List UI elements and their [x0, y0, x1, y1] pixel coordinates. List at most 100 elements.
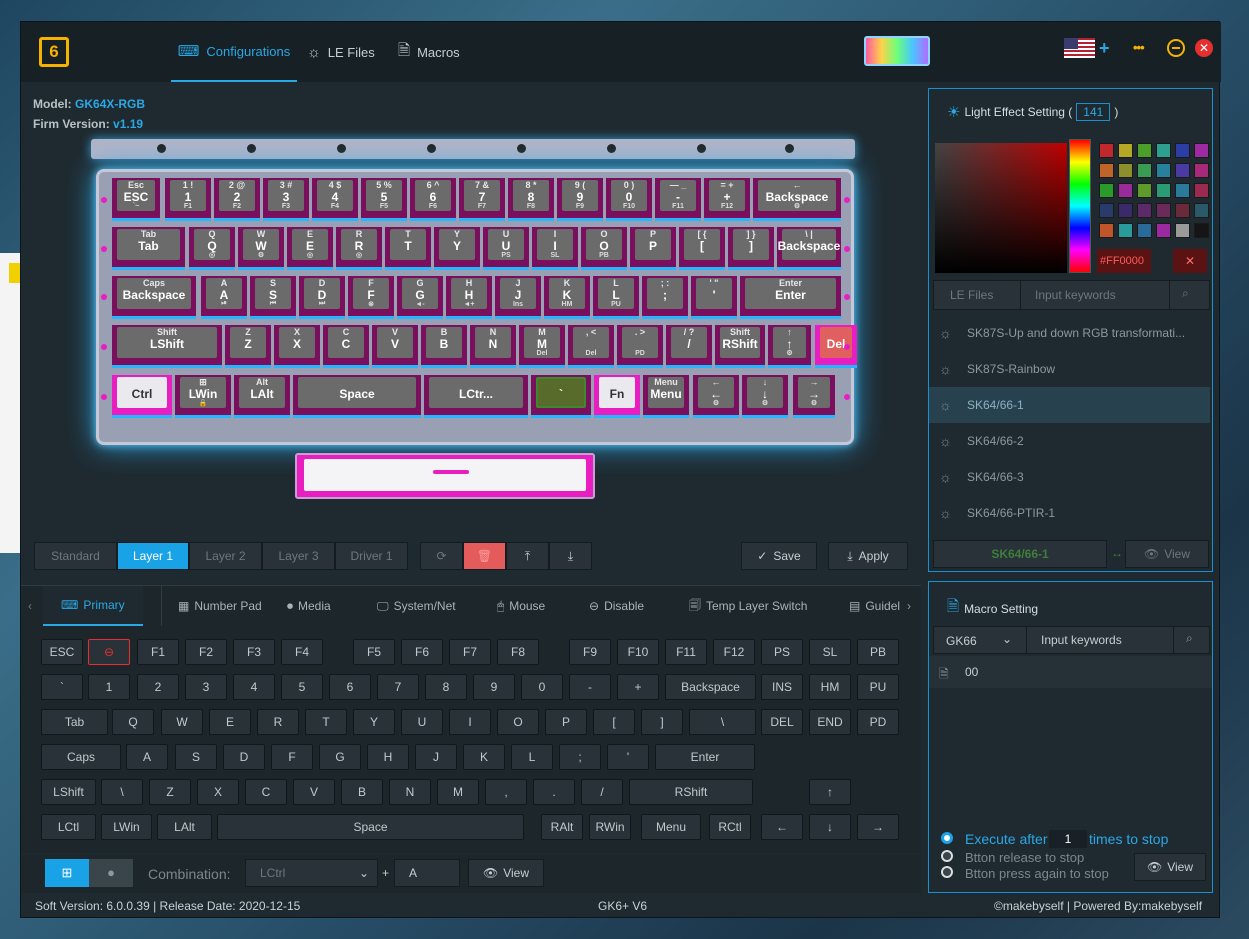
keyboard-key[interactable]: 0 ) 0 F10 [606, 178, 652, 221]
keyboard-key[interactable]: 4 $4 F4 [312, 178, 358, 221]
assign-key[interactable]: [ [593, 709, 635, 735]
assign-key[interactable]: \ [689, 709, 756, 735]
color-swatch[interactable] [1156, 143, 1171, 158]
keyboard-key[interactable]: TT [385, 227, 431, 270]
assign-key[interactable]: Menu [641, 814, 701, 840]
le-list-item[interactable]: ☼ SK64/66-1 [929, 387, 1210, 423]
color-swatch[interactable] [1194, 203, 1209, 218]
keyboard-key[interactable]: 7 & 7 F7 [459, 178, 505, 221]
keyboard-key[interactable]: Fn [594, 375, 640, 418]
keyboard-key[interactable]: ZZ [225, 325, 271, 368]
assign-key[interactable]: SL [809, 639, 851, 665]
assign-key[interactable]: H [367, 744, 409, 770]
assign-key[interactable]: ' [607, 744, 649, 770]
assign-key[interactable]: RAlt [541, 814, 583, 840]
assign-key[interactable]: G [319, 744, 361, 770]
keyboard-key[interactable]: K K HM [544, 276, 590, 319]
keyboard-key[interactable]: F F ⊗ [348, 276, 394, 319]
assign-key[interactable]: Z [149, 779, 191, 805]
assign-key[interactable]: 3 [185, 674, 227, 700]
color-swatch[interactable] [1099, 183, 1114, 198]
color-swatch[interactable] [1137, 183, 1152, 198]
assign-key[interactable]: DEL [761, 709, 803, 735]
color-swatch[interactable] [1156, 223, 1171, 238]
le-list-item[interactable]: ☼ SK64/66-PTIR-1 [929, 495, 1210, 531]
assign-key[interactable]: / [581, 779, 623, 805]
le-list-item[interactable]: ☼ SK87S-Rainbow [929, 351, 1210, 387]
macro-device-select[interactable]: GK66 [946, 634, 977, 648]
color-swatch[interactable] [1175, 143, 1190, 158]
keyboard-key[interactable]: Enter Enter [740, 276, 841, 319]
color-swatch[interactable] [1118, 163, 1133, 178]
assign-key[interactable]: K [463, 744, 505, 770]
press-again-radio[interactable] [941, 866, 953, 878]
keyboard-key[interactable]: ] }] [728, 227, 774, 270]
close-icon[interactable]: ✕ [1195, 39, 1213, 57]
keyboard-device-icon[interactable] [864, 36, 930, 66]
color-swatch[interactable] [1194, 183, 1209, 198]
assign-key[interactable]: B [341, 779, 383, 805]
assign-key[interactable]: A [126, 744, 168, 770]
keyboard-key[interactable]: Menu Menu [643, 375, 689, 418]
assign-key[interactable]: 4 [233, 674, 275, 700]
keyboard-key[interactable]: . > PD [617, 325, 663, 368]
assign-key[interactable]: F11 [665, 639, 707, 665]
tab-media[interactable]: ⏺ Media [287, 586, 331, 626]
tab-disable[interactable]: ⊖ Disable [589, 586, 644, 626]
keyboard-key[interactable]: R R ◎ [336, 227, 382, 270]
keyboard-key[interactable]: U U PS [483, 227, 529, 270]
keyboard-key[interactable]: ↑ ↑ ⚙ [768, 325, 811, 368]
refresh-icon[interactable]: ⟳ [420, 542, 463, 570]
search-icon[interactable]: ⌕ [1182, 286, 1189, 301]
layer-tab-standard[interactable]: Standard [34, 542, 117, 570]
assign-key[interactable]: ; [559, 744, 601, 770]
keyboard-key[interactable]: ' " ' [691, 276, 737, 319]
assign-key[interactable]: ← [761, 814, 803, 840]
modifier-select[interactable]: LCtrl ⌄ [245, 859, 378, 887]
keyboard-key[interactable]: I I SL [532, 227, 578, 270]
color-swatch[interactable] [1175, 183, 1190, 198]
macro-view-button[interactable]: 👁 View [1134, 853, 1206, 881]
assign-key[interactable]: LShift [41, 779, 96, 805]
keyboard-key[interactable]: , < Del [568, 325, 614, 368]
keyboard-key[interactable]: Caps Backspace [112, 276, 196, 319]
keyboard-key[interactable]: Shift RShift [715, 325, 765, 368]
assign-key[interactable]: ↓ [809, 814, 851, 840]
assign-key[interactable]: I [449, 709, 491, 735]
minimize-icon[interactable] [1167, 39, 1185, 57]
assign-key[interactable]: ` [41, 674, 83, 700]
trash-icon[interactable]: 🗑 [463, 542, 506, 570]
hex-color-input[interactable]: #FF0000 [1097, 249, 1151, 273]
execute-after-radio[interactable] [941, 832, 953, 844]
keyboard-key[interactable]: YY [434, 227, 480, 270]
assign-key[interactable]: 0 [521, 674, 563, 700]
color-swatch[interactable] [1175, 203, 1190, 218]
assign-key[interactable]: F4 [281, 639, 323, 665]
more-options-icon[interactable]: ••• [1133, 40, 1145, 55]
assign-key[interactable]: END [809, 709, 851, 735]
tab-temp-layer-switch[interactable]: 🗐 Temp Layer Switch [689, 586, 807, 626]
close-icon[interactable]: ✕ [1173, 249, 1207, 273]
keyboard-key[interactable]: E E ◎ [287, 227, 333, 270]
le-list-item[interactable]: ☼ SK87S-Up and down RGB transformati... [929, 315, 1210, 351]
assign-key[interactable]: L [511, 744, 553, 770]
color-swatch[interactable] [1137, 143, 1152, 158]
assign-key[interactable]: J [415, 744, 457, 770]
spacebar-preview[interactable] [295, 453, 595, 499]
assign-key[interactable]: P [545, 709, 587, 735]
assign-key[interactable]: F9 [569, 639, 611, 665]
keyboard-key[interactable]: NN [470, 325, 516, 368]
color-swatch[interactable] [1156, 183, 1171, 198]
import-icon[interactable]: ⤓ [549, 542, 592, 570]
assign-key[interactable]: F5 [353, 639, 395, 665]
layer-tab-layer-1[interactable]: Layer 1 [117, 542, 189, 570]
assign-key[interactable]: LAlt [157, 814, 212, 840]
assign-key[interactable]: N [389, 779, 431, 805]
keyboard-key[interactable]: Ctrl [112, 375, 172, 418]
layer-tab-layer-2[interactable]: Layer 2 [189, 542, 262, 570]
keyboard-key[interactable]: → → ⚙ [793, 375, 835, 418]
hue-slider[interactable] [1069, 139, 1091, 273]
disable-key-icon[interactable]: ⊖ [88, 639, 130, 665]
assign-key[interactable]: F7 [449, 639, 491, 665]
assign-key[interactable]: F [271, 744, 313, 770]
